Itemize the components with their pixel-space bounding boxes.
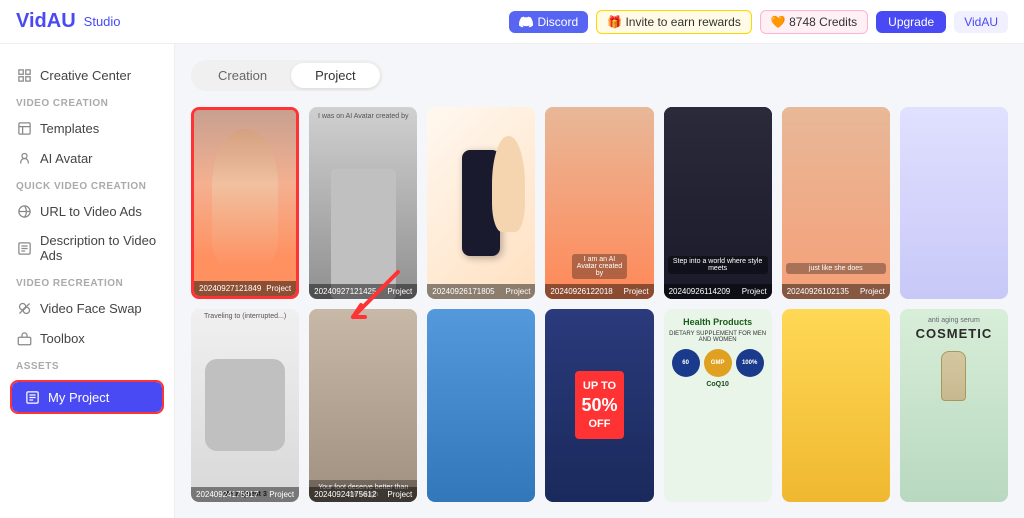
avatar-icon <box>16 150 32 166</box>
project-grid: 20240927121849 Project I was on AI Avata… <box>191 107 1008 502</box>
item3-id: 20240926171805 <box>432 287 494 296</box>
project-item-11[interactable]: UP TO50%OFF <box>545 309 653 501</box>
upgrade-button[interactable]: Upgrade <box>876 11 946 33</box>
invite-button[interactable]: 🎁 Invite to earn rewards <box>596 10 752 34</box>
face-swap-icon <box>16 300 32 316</box>
section-video-creation: Video Creation <box>0 90 174 113</box>
toolbox-label: Toolbox <box>40 331 85 346</box>
project-item-3[interactable]: 20240926171805 Project <box>427 107 535 299</box>
toolbox-icon <box>16 330 32 346</box>
item1-id: 20240927121849 <box>199 284 261 293</box>
project-item-8[interactable]: Traveling to (interrupted...) Meta Quest… <box>191 309 299 501</box>
sidebar-item-creative-center[interactable]: Creative Center <box>0 60 174 90</box>
desc-video-label: Description to Video Ads <box>40 233 158 263</box>
project-item-9[interactable]: Your foot deserve better than the rough … <box>309 309 417 501</box>
sidebar: Creative Center Video Creation Templates… <box>0 44 175 518</box>
tab-creation[interactable]: Creation <box>194 63 291 88</box>
project-item-6[interactable]: just like she does 20240926102135 Projec… <box>782 107 890 299</box>
project-grid-wrapper: 20240927121849 Project I was on AI Avata… <box>191 107 1008 502</box>
sidebar-item-templates[interactable]: Templates <box>0 113 174 143</box>
item9-id: 20240924175612 <box>314 490 376 499</box>
grid-icon <box>16 67 32 83</box>
url-icon <box>16 203 32 219</box>
sidebar-item-face-swap[interactable]: Video Face Swap <box>0 293 174 323</box>
main-content: Creation Project 202409271218 <box>175 44 1024 518</box>
project-item-10[interactable] <box>427 309 535 501</box>
my-project-box: My Project <box>10 380 164 414</box>
item5-tag: Project <box>742 287 767 296</box>
tab-project[interactable]: Project <box>291 63 379 88</box>
project-item-5[interactable]: Step into a world where style meets 2024… <box>664 107 772 299</box>
discord-button[interactable]: Discord <box>509 11 588 33</box>
section-quick: Quick Video Creation <box>0 173 174 196</box>
templates-icon <box>16 120 32 136</box>
project-item-7[interactable] <box>900 107 1008 299</box>
user-badge: VidAU <box>954 11 1008 33</box>
cosmetic-title: COSMETIC <box>916 326 993 341</box>
logo-au-text: AU <box>47 10 76 33</box>
item6-tag: Project <box>860 287 885 296</box>
logo: VidAU <box>16 10 76 33</box>
item5-id: 20240926114209 <box>669 287 731 296</box>
creative-center-label: Creative Center <box>40 68 131 83</box>
heart-icon: 🧡 <box>771 15 786 29</box>
discount-text: UP TO50%OFF <box>575 371 623 439</box>
tab-bar: Creation Project <box>191 60 383 91</box>
discord-icon <box>519 15 533 29</box>
item4-overlay: I am an AI Avatar created by <box>572 254 626 279</box>
health-title: Health Products <box>683 317 752 327</box>
app-layout: Creative Center Video Creation Templates… <box>0 44 1024 518</box>
item2-id: 20240927121425 <box>314 287 376 296</box>
sidebar-item-url-video[interactable]: URL to Video Ads <box>0 196 174 226</box>
invite-label: Invite to earn rewards <box>625 15 740 29</box>
item9-tag: Project <box>387 490 412 499</box>
my-project-label: My Project <box>48 390 109 405</box>
url-video-label: URL to Video Ads <box>40 204 142 219</box>
credits-badge: 🧡 8748 Credits <box>760 10 868 34</box>
templates-label: Templates <box>40 121 99 136</box>
health-sub: DIETARY SUPPLEMENT FOR MEN AND WOMEN <box>668 331 768 343</box>
ai-avatar-label: AI Avatar <box>40 151 93 166</box>
sidebar-item-my-project[interactable]: My Project <box>12 382 162 412</box>
item8-overlay: Traveling to (interrupted...) <box>204 313 286 320</box>
logo-area: VidAU Studio <box>16 10 121 33</box>
sidebar-item-ai-avatar[interactable]: AI Avatar <box>0 143 174 173</box>
item4-id: 20240926122018 <box>550 287 612 296</box>
item8-tag: Project <box>269 490 294 499</box>
studio-label: Studio <box>84 14 121 29</box>
item6-id: 20240926102135 <box>787 287 849 296</box>
header-actions: Discord 🎁 Invite to earn rewards 🧡 8748 … <box>509 10 1008 34</box>
item4-tag: Project <box>624 287 649 296</box>
item2-overlay: I was on AI Avatar created by <box>314 113 413 120</box>
section-assets: Assets <box>0 353 174 376</box>
face-swap-label: Video Face Swap <box>40 301 142 316</box>
project-item-2[interactable]: I was on AI Avatar created by 2024092712… <box>309 107 417 299</box>
logo-vid-text: Vid <box>16 10 47 33</box>
project-icon <box>24 389 40 405</box>
discord-label: Discord <box>537 15 578 29</box>
project-item-13[interactable] <box>782 309 890 501</box>
item6-overlay: just like she does <box>786 263 886 274</box>
item3-tag: Project <box>506 287 531 296</box>
cosmetic-sub: anti aging serum <box>928 317 980 324</box>
project-item-1[interactable]: 20240927121849 Project <box>191 107 299 299</box>
sidebar-item-desc-video[interactable]: Description to Video Ads <box>0 226 174 270</box>
item1-tag: Project <box>266 284 291 293</box>
item2-tag: Project <box>387 287 412 296</box>
desc-icon <box>16 240 32 256</box>
item5-overlay: Step into a world where style meets <box>668 256 768 274</box>
project-item-4[interactable]: I am an AI Avatar created by 20240926122… <box>545 107 653 299</box>
project-item-12[interactable]: Health Products DIETARY SUPPLEMENT FOR M… <box>664 309 772 501</box>
invite-icon: 🎁 <box>607 15 622 29</box>
item8-id: 20240924175917 <box>196 490 258 499</box>
sidebar-item-toolbox[interactable]: Toolbox <box>0 323 174 353</box>
coq10-label: CoQ10 <box>706 381 729 388</box>
section-recreation: Video Recreation <box>0 270 174 293</box>
credits-value: 8748 Credits <box>789 15 857 29</box>
project-item-14[interactable]: anti aging serum COSMETIC <box>900 309 1008 501</box>
app-header: VidAU Studio Discord 🎁 Invite to earn re… <box>0 0 1024 44</box>
